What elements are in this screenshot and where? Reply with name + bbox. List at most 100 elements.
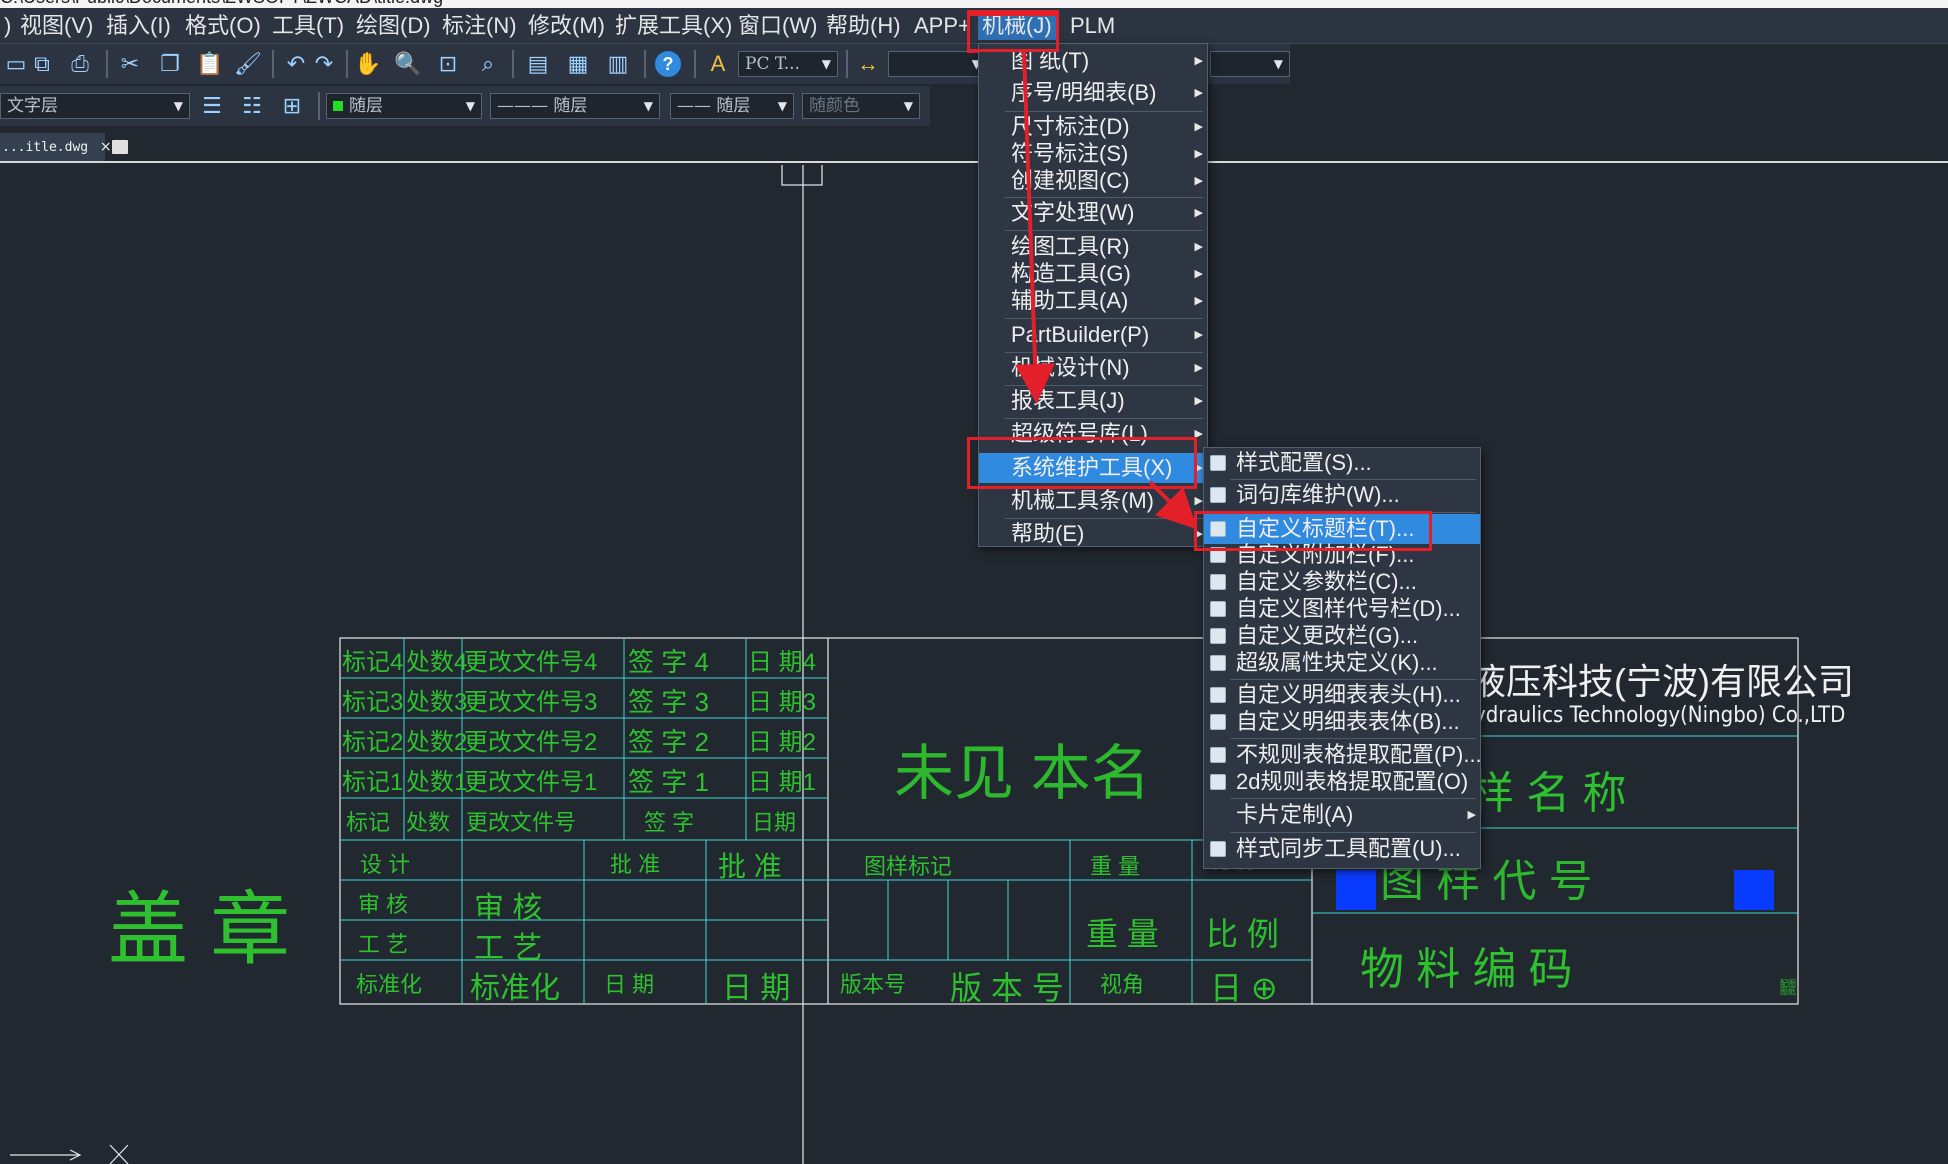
- dim-style-combo[interactable]: ▼: [888, 51, 988, 77]
- version-label: 版本号: [840, 972, 907, 997]
- menu-tools[interactable]: 工具(T): [268, 12, 348, 40]
- menu-item-custom-bom-header[interactable]: 自定义明细表表头(H)...: [1204, 680, 1480, 710]
- review-value: 审 核: [474, 892, 543, 925]
- table-style-combo[interactable]: ▼: [1210, 51, 1290, 77]
- submenu-arrow-icon: ▶: [1194, 175, 1203, 187]
- cut-icon[interactable]: ✂: [114, 49, 146, 79]
- design-center-icon[interactable]: ▦: [562, 49, 594, 79]
- edit-table-icon: [1210, 714, 1226, 730]
- menu-truncated[interactable]: ): [0, 12, 15, 40]
- menu-item-card-custom[interactable]: 卡片定制(A) ▶: [1204, 800, 1480, 830]
- menu-item-mech-toolbar[interactable]: 机械工具条(M) ▶: [979, 486, 1207, 516]
- menu-item-report-tools[interactable]: 报表工具(J) ▶: [979, 386, 1207, 416]
- match-properties-icon[interactable]: 🖌: [232, 49, 264, 79]
- window-title-bar: C:\Users\Public\Documents\ZWSOFT\ZWCAD\t…: [0, 0, 1948, 8]
- menu-view[interactable]: 视图(V): [16, 12, 97, 40]
- change-mark-4: 标记4: [342, 649, 404, 676]
- menu-modify[interactable]: 修改(M): [524, 12, 609, 40]
- change-date-1: 日 期1: [748, 769, 817, 796]
- change-sign-2: 签 字 2: [628, 727, 709, 757]
- color-swatch-icon: [333, 101, 343, 111]
- menu-item-irregular-table-extract[interactable]: 不规则表格提取配置(P)...: [1204, 740, 1482, 770]
- chevron-down-icon: ▼: [643, 99, 653, 113]
- text-style-icon[interactable]: A: [702, 49, 734, 79]
- layer-combo[interactable]: 文字层 ▼: [0, 93, 190, 119]
- menu-item-style-sync[interactable]: 样式同步工具配置(U)...: [1204, 834, 1480, 864]
- zoom-previous-icon[interactable]: ⌕: [472, 49, 504, 79]
- layer-states-icon[interactable]: ⊞: [276, 91, 308, 121]
- change-sign-4: 签 字 4: [628, 647, 709, 677]
- view-value: 日 ⊕: [1210, 970, 1278, 1006]
- block-icon: [1210, 655, 1226, 671]
- company-name-cn: 液压科技(宁波)有限公司: [1470, 661, 1854, 702]
- tool-palette-icon[interactable]: ▥: [602, 49, 634, 79]
- menu-extension-tools[interactable]: 扩展工具(X): [611, 12, 736, 40]
- color-combo[interactable]: 随层 ▼: [326, 93, 482, 119]
- header-count: 处数: [406, 810, 451, 835]
- menu-item-help[interactable]: 帮助(E) ▶: [979, 519, 1207, 549]
- help-icon[interactable]: ?: [652, 49, 684, 79]
- process-value: 工 艺: [474, 932, 543, 965]
- zoom-realtime-icon[interactable]: 🔍: [392, 49, 424, 79]
- menu-item-create-view[interactable]: 创建视图(C) ▶: [979, 166, 1207, 196]
- dim-style-icon[interactable]: ↔: [852, 49, 884, 79]
- menu-item-construct-tools[interactable]: 构造工具(G) ▶: [979, 259, 1207, 289]
- pan-hand-icon[interactable]: ✋: [352, 49, 384, 79]
- drawing-mark-label: 图样标记: [864, 854, 953, 879]
- menu-item-dimension[interactable]: 尺寸标注(D) ▶: [979, 112, 1207, 142]
- close-icon[interactable]: ×: [100, 139, 112, 155]
- table-icon: [1210, 747, 1226, 763]
- wrench-icon: [1210, 455, 1226, 471]
- menu-item-super-attribute-block[interactable]: 超级属性块定义(K)...: [1204, 648, 1480, 678]
- drawing-canvas[interactable]: 标记4 处数4 更改文件号4 签 字 4 日 期4 标记3 处数3 更改文件号3…: [0, 13, 1948, 1164]
- text-style-combo[interactable]: PC T... ▼: [738, 51, 838, 77]
- copy-icon[interactable]: ❐: [154, 49, 186, 79]
- menu-item-aux-tools[interactable]: 辅助工具(A) ▶: [979, 286, 1207, 316]
- menu-window[interactable]: 窗口(W): [734, 12, 821, 40]
- menu-dimension[interactable]: 标注(N): [438, 12, 521, 40]
- plot-preview-icon[interactable]: ⧉: [26, 49, 58, 79]
- submenu-arrow-icon: ▶: [1194, 268, 1203, 280]
- menu-insert[interactable]: 插入(I): [102, 12, 175, 40]
- document-tab[interactable]: ...itle.dwg ×: [0, 133, 112, 161]
- design-label: 设 计: [360, 852, 411, 877]
- properties-icon[interactable]: ▤: [522, 49, 554, 79]
- menu-item-bom[interactable]: 序号/明细表(B) ▶: [979, 78, 1207, 108]
- menu-item-custom-change-bar[interactable]: 自定义更改栏(G)...: [1204, 621, 1480, 651]
- menu-item-draw-tools[interactable]: 绘图工具(R) ▶: [979, 232, 1207, 262]
- menu-item-custom-parameter-bar[interactable]: 自定义参数栏(C)...: [1204, 567, 1480, 597]
- review-label: 审 核: [358, 892, 409, 917]
- menu-item-text[interactable]: 文字处理(W) ▶: [979, 198, 1207, 228]
- print-icon[interactable]: ⎙: [64, 49, 96, 79]
- menu-plm[interactable]: PLM: [1066, 12, 1119, 40]
- menu-item-2d-table-extract[interactable]: 2d规则表格提取配置(O): [1204, 767, 1480, 797]
- submenu-arrow-icon: ▶: [1194, 329, 1203, 341]
- menu-format[interactable]: 格式(O): [181, 12, 265, 40]
- menu-item-style-config[interactable]: 样式配置(S)...: [1204, 448, 1480, 478]
- menu-app-plus[interactable]: APP+: [910, 12, 975, 40]
- menu-item-custom-drawing-code-bar[interactable]: 自定义图样代号栏(D)...: [1204, 594, 1480, 624]
- menu-item-symbol[interactable]: 符号标注(S) ▶: [979, 139, 1207, 169]
- menu-draw[interactable]: 绘图(D): [352, 12, 435, 40]
- linetype-combo[interactable]: ——— 随层 ▼: [490, 93, 660, 119]
- change-file-1: 更改文件号1: [464, 769, 598, 796]
- menu-help[interactable]: 帮助(H): [822, 12, 905, 40]
- plotstyle-combo[interactable]: 随颜色 ▼: [802, 93, 920, 119]
- change-file-2: 更改文件号2: [464, 729, 598, 756]
- zoom-window-icon[interactable]: ⊡: [432, 49, 464, 79]
- menu-item-custom-bom-body[interactable]: 自定义明细表表体(B)...: [1204, 707, 1480, 737]
- menu-item-mech-design[interactable]: 机械设计(N) ▶: [979, 353, 1207, 383]
- date-value: 日 期: [722, 972, 791, 1005]
- menu-item-phrase-library[interactable]: 词句库维护(W)...: [1204, 480, 1480, 510]
- edit-table-icon: [1210, 628, 1226, 644]
- layer-previous-icon[interactable]: ☷: [236, 91, 268, 121]
- lineweight-combo[interactable]: —— 随层 ▼: [670, 93, 794, 119]
- layer-make-current-icon[interactable]: ☰: [196, 91, 228, 121]
- sync-icon: [1210, 841, 1226, 857]
- material-code: 物 料 编 码: [1360, 945, 1573, 994]
- paste-icon[interactable]: 📋: [194, 49, 226, 79]
- new-tab-icon[interactable]: [112, 140, 128, 154]
- change-file-4: 更改文件号4: [464, 649, 598, 676]
- menu-item-partbuilder[interactable]: PartBuilder(P) ▶: [979, 320, 1207, 350]
- redo-icon[interactable]: ↷: [308, 49, 340, 79]
